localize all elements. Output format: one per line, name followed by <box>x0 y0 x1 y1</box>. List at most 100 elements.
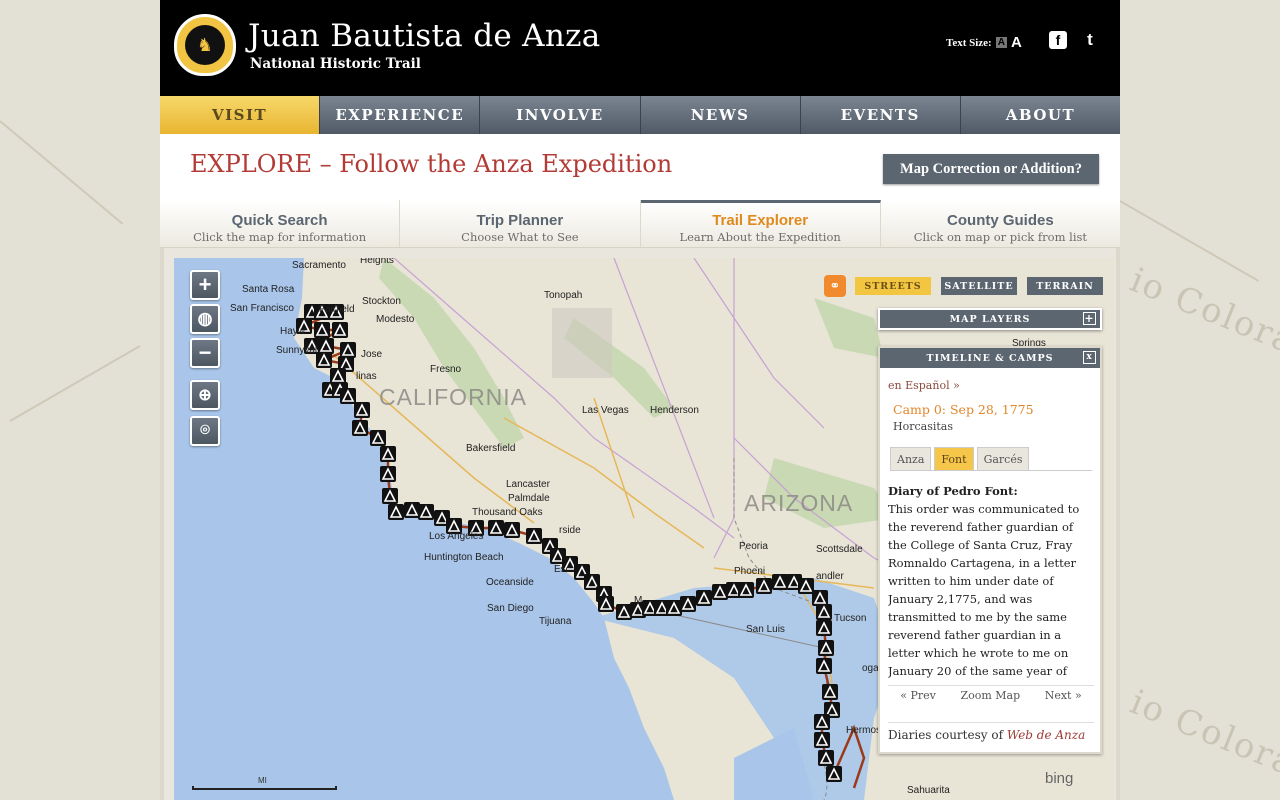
camp-marker[interactable] <box>814 732 830 748</box>
site-subtitle: National Historic Trail <box>250 56 421 72</box>
nav-about[interactable]: ABOUT <box>960 96 1121 134</box>
place-label: andler <box>816 571 844 582</box>
text-size-large-button[interactable]: A <box>1011 34 1022 51</box>
place-label: Esc <box>554 564 571 575</box>
tab-garces[interactable]: Garcés <box>976 447 1030 470</box>
trail-map[interactable]: CALIFORNIA ARIZONA Sacramento Heights Sant… <box>174 258 1114 800</box>
magnifier-zoom-icon[interactable]: ⊕ <box>190 380 220 410</box>
tab-quick-search[interactable]: Quick Search Click the map for informati… <box>160 200 401 247</box>
camp-marker[interactable] <box>318 338 334 354</box>
place-label: San Diego <box>487 603 534 614</box>
twitter-icon[interactable]: t <box>1081 30 1099 49</box>
expand-icon[interactable]: + <box>1083 312 1096 325</box>
background-line <box>9 345 141 422</box>
camp-marker[interactable] <box>418 504 434 520</box>
camp-marker[interactable] <box>798 578 814 594</box>
camp-marker[interactable] <box>340 388 356 404</box>
text-size-label: Text Size: <box>946 36 992 49</box>
place-label: M <box>634 595 643 606</box>
camp-marker[interactable] <box>816 658 832 674</box>
camp-marker[interactable] <box>822 684 838 700</box>
nav-visit[interactable]: VISIT <box>160 96 321 134</box>
camp-marker[interactable] <box>818 750 834 766</box>
camp-marker[interactable] <box>616 604 632 620</box>
camp-marker[interactable] <box>772 574 788 590</box>
camp-marker[interactable] <box>370 430 386 446</box>
camp-marker[interactable] <box>812 590 828 606</box>
web-de-anza-link[interactable]: Web de Anza <box>1007 728 1085 742</box>
camp-marker[interactable] <box>404 502 420 518</box>
diary-text[interactable]: This order was communicated to the rever… <box>888 500 1094 684</box>
camp-marker[interactable] <box>316 352 332 368</box>
spanish-link[interactable]: en Español » <box>888 379 960 392</box>
place-label: Henderson <box>650 405 699 416</box>
camp-marker[interactable] <box>816 604 832 620</box>
camp-marker[interactable] <box>696 590 712 606</box>
text-size-small-button[interactable]: A <box>995 37 1007 48</box>
tab-trip-planner[interactable]: Trip Planner Choose What to See <box>400 200 641 247</box>
facebook-icon[interactable]: f <box>1049 31 1067 49</box>
camp-marker[interactable] <box>526 528 542 544</box>
location-pin-icon[interactable]: ⌾ <box>190 416 220 446</box>
link-icon[interactable]: ⚭ <box>824 275 846 297</box>
nav-news[interactable]: NEWS <box>640 96 801 134</box>
tab-font[interactable]: Font <box>934 447 974 470</box>
camp-marker[interactable] <box>352 420 368 436</box>
camp-marker[interactable] <box>738 582 754 598</box>
tab-trail-explorer[interactable]: Trail Explorer Learn About the Expeditio… <box>640 200 881 247</box>
nav-involve[interactable]: INVOLVE <box>480 96 641 134</box>
camp-marker[interactable] <box>826 766 842 782</box>
camp-marker[interactable] <box>382 488 398 504</box>
camp-marker[interactable] <box>814 714 830 730</box>
nav-events[interactable]: EVENTS <box>800 96 961 134</box>
camp-marker[interactable] <box>330 368 346 384</box>
map-layers-panel[interactable]: MAP LAYERS + <box>878 308 1102 330</box>
place-label: Stockton <box>362 296 401 307</box>
camp-marker[interactable] <box>712 584 728 600</box>
map-correction-button[interactable]: Map Correction or Addition? <box>883 154 1099 184</box>
place-label: Thousand Oaks <box>472 507 543 518</box>
camp-marker[interactable] <box>504 522 520 538</box>
camp-marker[interactable] <box>680 596 696 612</box>
zoom-in-button[interactable]: + <box>190 270 220 300</box>
camp-marker[interactable] <box>354 402 370 418</box>
trail-logo[interactable]: ♞ <box>174 14 236 76</box>
place-label: Phoeni <box>734 566 766 577</box>
camp-marker[interactable] <box>380 466 396 482</box>
camp-marker[interactable] <box>488 520 504 536</box>
camp-marker[interactable] <box>340 342 356 358</box>
place-label: Sunnyval <box>276 345 318 356</box>
tab-subtitle: Learn About the Expedition <box>679 230 841 244</box>
nav-experience[interactable]: EXPERIENCE <box>320 96 481 134</box>
tab-title: Trail Explorer <box>712 212 809 229</box>
map-type-streets[interactable]: STREETS <box>855 277 931 295</box>
camp-marker[interactable] <box>380 446 396 462</box>
place-label: Tijuana <box>539 616 572 627</box>
tab-county-guides[interactable]: County Guides Click on map or pick from … <box>880 200 1120 247</box>
camp-marker[interactable] <box>818 640 834 656</box>
camp-marker[interactable] <box>314 322 330 338</box>
prev-camp-link[interactable]: « Prev <box>900 689 936 702</box>
camp-marker[interactable] <box>756 578 772 594</box>
camp-marker[interactable] <box>332 322 348 338</box>
bing-logo: bing <box>1045 770 1074 787</box>
place-label: Los Angeles <box>429 531 484 542</box>
tab-anza[interactable]: Anza <box>890 447 932 470</box>
scale-unit: MI <box>258 776 267 785</box>
globe-icon[interactable]: ◍ <box>190 304 220 334</box>
place-label: Lancaster <box>506 479 550 490</box>
explore-tabs: Quick Search Click the map for informati… <box>160 200 1120 248</box>
camp-marker[interactable] <box>816 620 832 636</box>
camp-marker[interactable] <box>388 504 404 520</box>
camp-marker[interactable] <box>666 600 682 616</box>
zoom-out-button[interactable]: − <box>190 338 220 368</box>
camp-marker[interactable] <box>598 596 614 612</box>
page-title: EXPLORE – Follow the Anza Expedition <box>190 150 673 178</box>
close-icon[interactable]: x <box>1083 351 1096 364</box>
next-camp-link[interactable]: Next » <box>1045 689 1082 702</box>
zoom-map-link[interactable]: Zoom Map <box>960 689 1020 702</box>
site-title[interactable]: Juan Bautista de Anza <box>248 18 601 54</box>
place-label: Heights <box>360 258 394 266</box>
map-type-satellite[interactable]: SATELLITE <box>941 277 1017 295</box>
map-type-terrain[interactable]: TERRAIN <box>1027 277 1103 295</box>
